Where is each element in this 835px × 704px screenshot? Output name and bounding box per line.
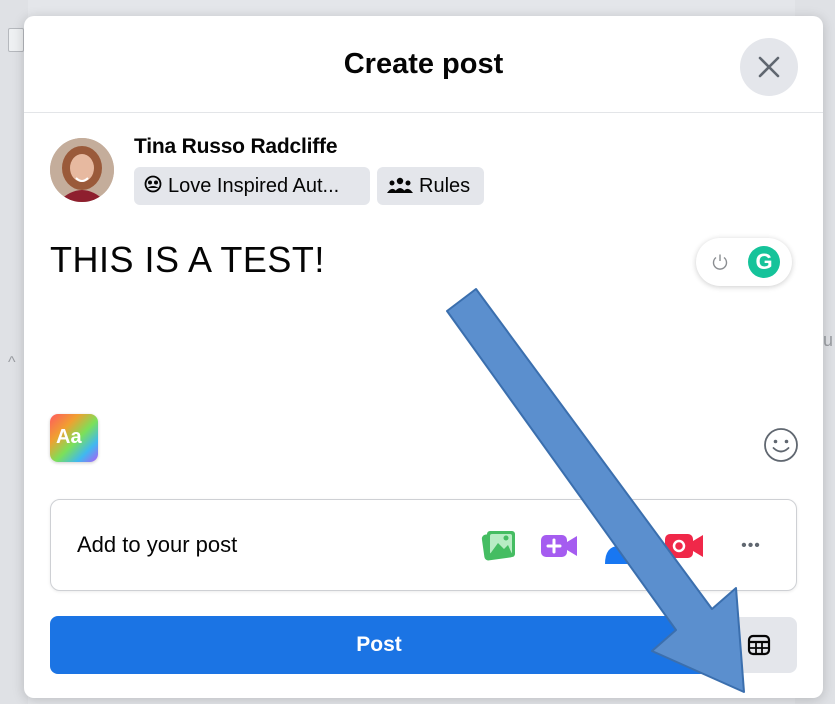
schedule-button[interactable] (721, 617, 797, 673)
live-video-icon[interactable] (663, 524, 707, 568)
post-text-input[interactable]: THIS IS A TEST! (50, 239, 325, 281)
tag-people-icon[interactable] (597, 524, 641, 568)
add-to-post-label: Add to your post (77, 532, 238, 557)
power-icon[interactable] (710, 252, 730, 272)
more-icon[interactable]: ••• (729, 524, 773, 568)
avatar[interactable] (50, 138, 114, 202)
group-audience-label: Love Inspired Aut... (168, 175, 340, 197)
avatar-photo (50, 138, 114, 202)
grammarly-widget[interactable]: G (696, 238, 792, 286)
group-audience-button[interactable]: Love Inspired Aut... (134, 167, 370, 205)
video-add-icon[interactable] (537, 524, 581, 568)
group-icon (144, 168, 162, 206)
dialog-title: Create post (343, 48, 504, 80)
close-button[interactable] (740, 38, 798, 96)
user-name[interactable]: Tina Russo Radcliffe (134, 135, 338, 159)
close-icon (758, 56, 780, 78)
rules-label: Rules (419, 175, 471, 197)
create-post-dialog: Create post Tina Russo Radcliffe Love In… (24, 16, 823, 698)
chevron-up-icon: ^ (8, 354, 16, 371)
smiley-icon[interactable] (762, 426, 800, 464)
background-element (8, 28, 24, 52)
post-button[interactable]: Post (50, 616, 708, 674)
text-style-button[interactable]: Aa (50, 414, 98, 462)
photo-video-icon[interactable] (477, 524, 521, 568)
calendar-icon (747, 634, 771, 656)
people-icon (387, 168, 413, 206)
dialog-header: Create post (24, 16, 823, 113)
text-style-label: Aa (56, 426, 82, 448)
add-to-post-bar: Add to your post ••• (50, 499, 797, 591)
grammarly-logo-icon[interactable]: G (748, 246, 780, 278)
background-text-fragment: u (822, 330, 833, 350)
rules-button[interactable]: Rules (377, 167, 484, 205)
